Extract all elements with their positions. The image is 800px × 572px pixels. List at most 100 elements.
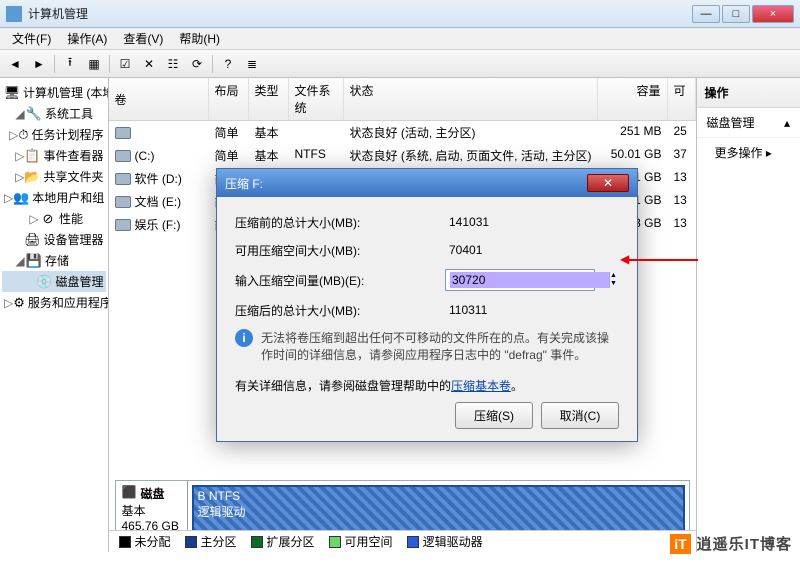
partition-status: 逻辑驱动 (198, 503, 679, 520)
watermark: iT 逍遥乐IT博客 (670, 533, 792, 554)
drive-icon (115, 196, 131, 208)
tree-systools-label: 系统工具 (45, 105, 93, 122)
tree-users[interactable]: ▷👥本地用户和组 (2, 187, 106, 208)
chevron-right-icon: ▸ (766, 146, 772, 160)
volume-row[interactable]: (C:)简单基本NTFS状态良好 (系统, 启动, 页面文件, 活动, 主分区)… (109, 144, 696, 167)
volume-layout: 简单 (209, 122, 249, 143)
menu-help[interactable]: 帮助(H) (171, 28, 228, 49)
actions-more[interactable]: 更多操作 ▸ (697, 138, 800, 167)
avail-shrink-label: 可用压缩空间大小(MB): (235, 242, 445, 259)
volume-layout: 简单 (209, 145, 249, 166)
legend-unalloc: 未分配 (135, 533, 171, 550)
col-status[interactable]: 状态 (344, 78, 598, 120)
show-hide-button[interactable]: ▦ (83, 53, 105, 75)
drive-icon (115, 150, 131, 162)
col-type[interactable]: 类型 (249, 78, 289, 120)
legend-primary: 主分区 (201, 533, 237, 550)
drive-icon (115, 127, 131, 139)
properties-button[interactable]: ☑ (114, 53, 136, 75)
tree-storage[interactable]: ◢💾存储 (2, 250, 106, 271)
tree-eventviewer[interactable]: ▷📋事件查看器 (2, 145, 106, 166)
options-button[interactable]: ☷ (162, 53, 184, 75)
before-size-label: 压缩前的总计大小(MB): (235, 214, 445, 231)
watermark-logo: iT (670, 534, 690, 554)
menu-action[interactable]: 操作(A) (59, 28, 115, 49)
legend-ext: 扩展分区 (267, 533, 315, 550)
swatch-logical (407, 536, 419, 548)
after-size-value: 110311 (445, 301, 595, 319)
spin-down-button[interactable]: ▼ (610, 280, 617, 288)
avail-shrink-value: 70401 (445, 241, 595, 259)
volume-capacity: 251 MB (598, 122, 668, 143)
actions-header: 操作 (697, 78, 800, 108)
tree-diskmgmt[interactable]: 💿磁盘管理 (2, 271, 106, 292)
swatch-unalloc (119, 536, 131, 548)
menubar: 文件(F) 操作(A) 查看(V) 帮助(H) (0, 28, 800, 50)
refresh-button[interactable]: ⟳ (186, 53, 208, 75)
shrink-dialog: 压缩 F: ✕ 压缩前的总计大小(MB): 141031 可用压缩空间大小(MB… (216, 168, 638, 442)
tree-services-label: 服务和应用程序 (28, 294, 109, 311)
tree-systools[interactable]: ◢🔧系统工具 (2, 103, 106, 124)
col-avail[interactable]: 可 (668, 78, 696, 120)
minimize-button[interactable]: — (692, 5, 720, 23)
tree-tasksched[interactable]: ▷⏱任务计划程序 (2, 124, 106, 145)
forward-button[interactable]: ► (28, 53, 50, 75)
volume-type: 基本 (249, 145, 289, 166)
tree-shared-label: 共享文件夹 (43, 168, 103, 185)
delete-button[interactable]: ✕ (138, 53, 160, 75)
help-button[interactable]: ? (217, 53, 239, 75)
chevron-up-icon: ▴ (784, 116, 790, 130)
volume-status: 状态良好 (活动, 主分区) (344, 122, 598, 143)
col-capacity[interactable]: 容量 (598, 78, 668, 120)
back-button[interactable]: ◄ (4, 53, 26, 75)
toolbar: ◄ ► ⭱ ▦ ☑ ✕ ☷ ⟳ ? ≣ (0, 50, 800, 78)
shrink-button[interactable]: 压缩(S) (455, 402, 533, 429)
maximize-button[interactable]: □ (722, 5, 750, 23)
dialog-help-text: 有关详细信息，请参阅磁盘管理帮助中的压缩基本卷。 (235, 377, 619, 394)
dialog-close-button[interactable]: ✕ (587, 174, 629, 192)
after-size-label: 压缩后的总计大小(MB): (235, 302, 445, 319)
menu-file[interactable]: 文件(F) (4, 28, 59, 49)
list-button[interactable]: ≣ (241, 53, 263, 75)
tree-root[interactable]: 🖥计算机管理 (本地) (2, 82, 106, 103)
cancel-button[interactable]: 取消(C) (541, 402, 619, 429)
volume-header: 卷 布局 类型 文件系统 状态 容量 可 (109, 78, 696, 121)
tree-perf[interactable]: ▷⊘性能 (2, 208, 106, 229)
drive-icon (115, 219, 131, 231)
tree-pane: 🖥计算机管理 (本地) ◢🔧系统工具 ▷⏱任务计划程序 ▷📋事件查看器 ▷📂共享… (0, 78, 109, 552)
dialog-titlebar[interactable]: 压缩 F: ✕ (217, 169, 637, 197)
col-fs[interactable]: 文件系统 (289, 78, 344, 120)
volume-status: 状态良好 (系统, 启动, 页面文件, 活动, 主分区) (344, 145, 598, 166)
before-size-value: 141031 (445, 213, 595, 231)
spin-up-button[interactable]: ▲ (610, 272, 617, 280)
tree-shared[interactable]: ▷📂共享文件夹 (2, 166, 106, 187)
up-button[interactable]: ⭱ (59, 53, 81, 75)
dialog-info-text: 无法将卷压缩到超出任何不可移动的文件所在的点。有关完成该操作时间的详细信息，请参… (261, 329, 619, 363)
swatch-primary (185, 536, 197, 548)
volume-avail: 13 (668, 191, 696, 212)
volume-name: (C:) (135, 149, 155, 163)
actions-pane: 操作 磁盘管理▴ 更多操作 ▸ (697, 78, 800, 552)
volume-avail: 13 (668, 214, 696, 235)
close-button[interactable]: × (752, 5, 794, 23)
col-volume[interactable]: 卷 (109, 78, 209, 120)
dialog-title: 压缩 F: (225, 175, 587, 192)
disk-type: 基本 (122, 502, 181, 519)
swatch-ext (251, 536, 263, 548)
shrink-input-wrapper: ▲ ▼ (445, 269, 595, 291)
tree-services[interactable]: ▷⚙服务和应用程序 (2, 292, 106, 313)
shrink-input[interactable] (450, 272, 609, 288)
col-layout[interactable]: 布局 (209, 78, 249, 120)
menu-view[interactable]: 查看(V) (115, 28, 171, 49)
tree-devmgr[interactable]: 🖨设备管理器 (2, 229, 106, 250)
info-icon: i (235, 329, 253, 347)
legend-logical: 逻辑驱动器 (423, 533, 483, 550)
help-link[interactable]: 压缩基本卷 (451, 379, 511, 393)
actions-section-diskmgmt[interactable]: 磁盘管理▴ (697, 108, 800, 138)
tree-devmgr-label: 设备管理器 (43, 231, 103, 248)
volume-avail: 13 (668, 168, 696, 189)
volume-row[interactable]: 简单基本状态良好 (活动, 主分区)251 MB25 (109, 121, 696, 144)
window-titlebar: 计算机管理 — □ × (0, 0, 800, 28)
tree-tasksched-label: 任务计划程序 (31, 126, 103, 143)
volume-avail: 37 (668, 145, 696, 166)
